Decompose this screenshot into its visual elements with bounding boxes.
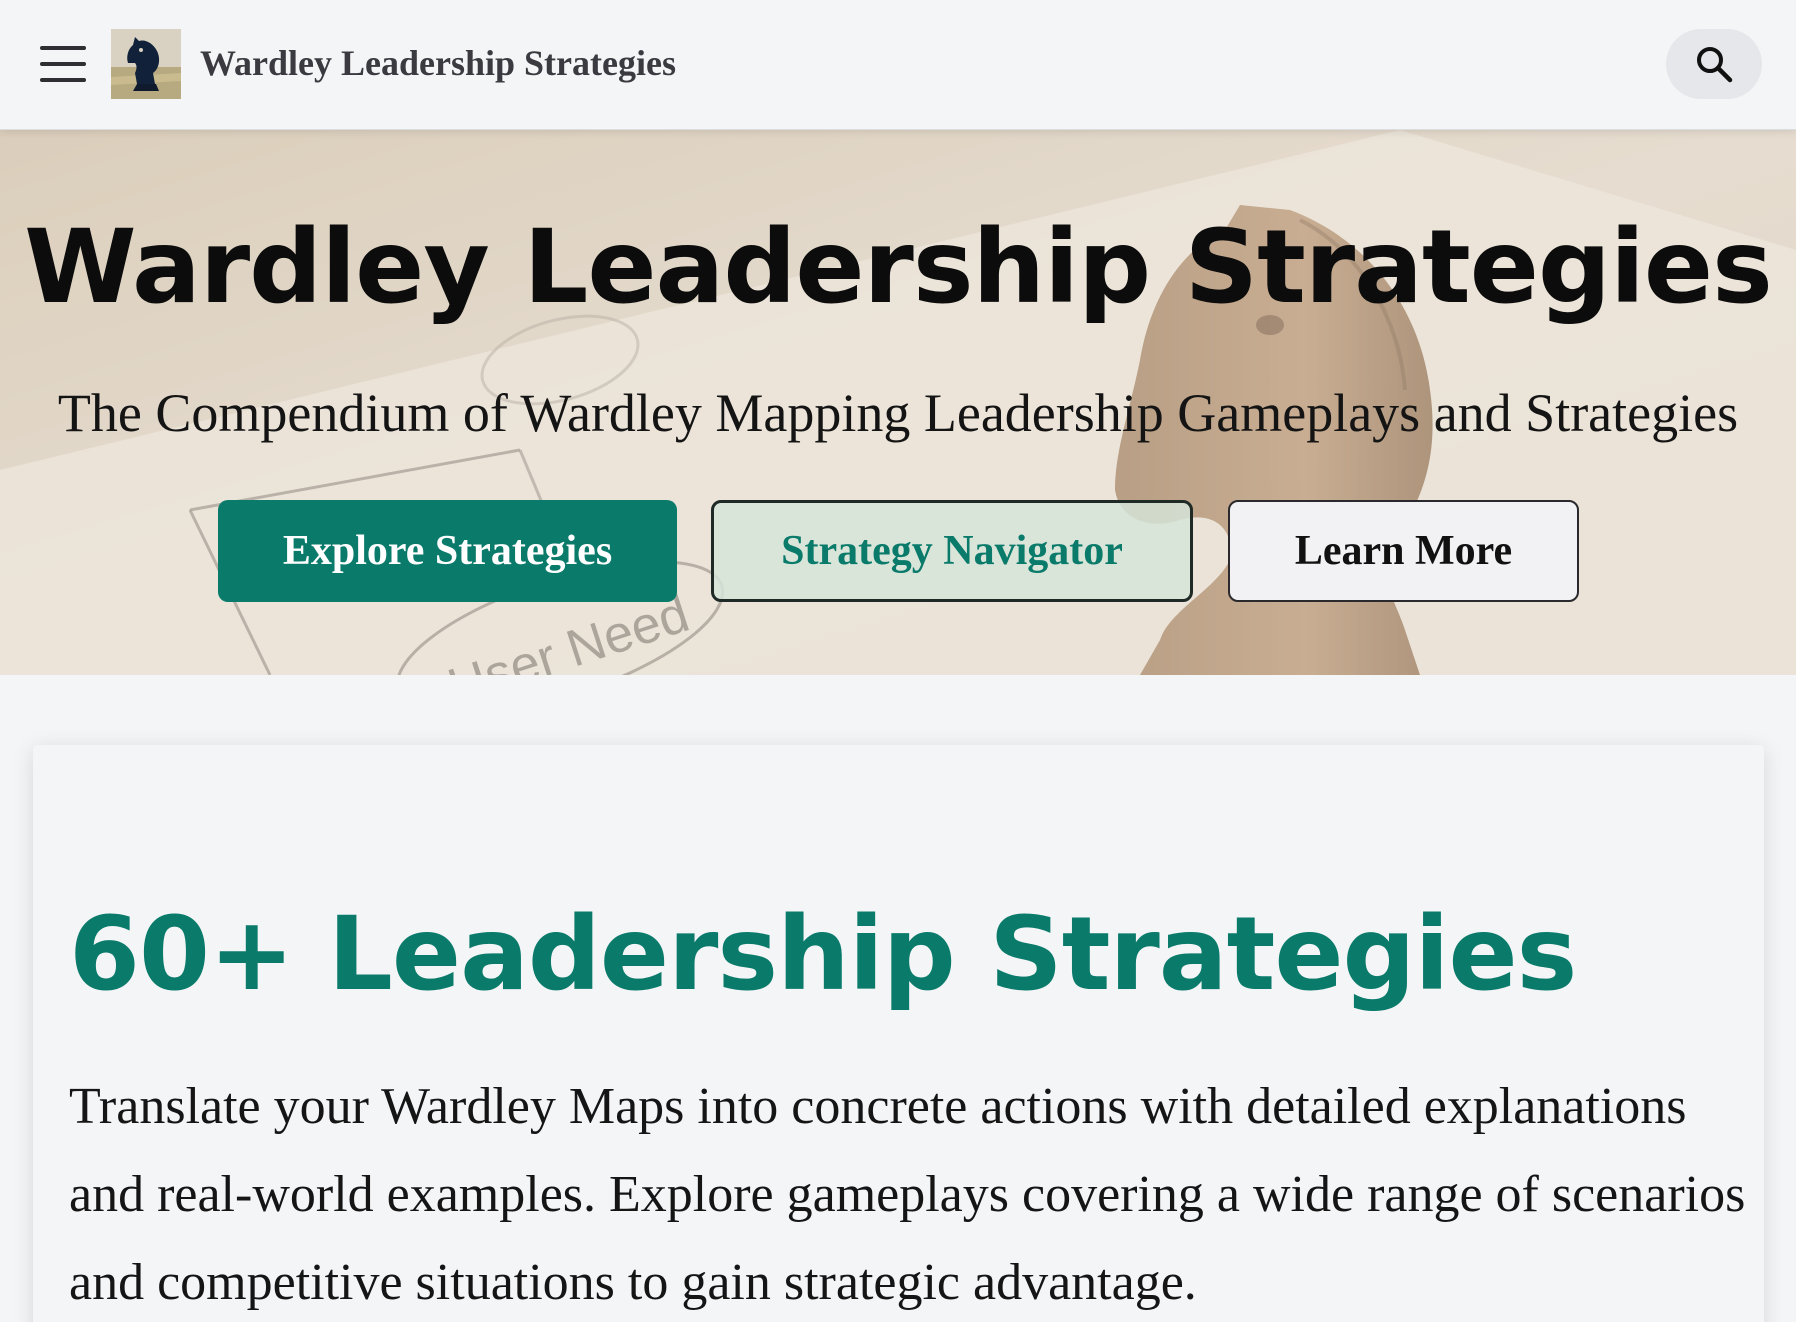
menu-line [40,62,86,66]
learn-more-button[interactable]: Learn More [1228,500,1579,602]
section-description: Translate your Wardley Maps into concret… [69,1078,1746,1311]
hamburger-menu-icon[interactable] [36,40,88,88]
chess-knight-logo[interactable] [111,29,181,99]
section-heading: 60+ Leadership Strategies [69,895,1577,1014]
hero-section: User Need Wardley Leadership Strategies … [0,130,1796,675]
strategies-summary-card: 60+ Leadership Strategies Translate your… [33,745,1764,1322]
hero-subtitle: The Compendium of Wardley Mapping Leader… [57,383,1739,443]
hero-title: Wardley Leadership Strategies [24,208,1773,327]
menu-line [40,78,86,82]
strategy-navigator-button[interactable]: Strategy Navigator [711,500,1193,602]
magnifier-search-icon[interactable] [1666,29,1762,99]
menu-line [40,46,86,50]
top-navigation-bar: Wardley Leadership Strategies [0,0,1796,130]
explore-strategies-button[interactable]: Explore Strategies [218,500,677,602]
site-name-link[interactable]: Wardley Leadership Strategies [200,42,676,84]
